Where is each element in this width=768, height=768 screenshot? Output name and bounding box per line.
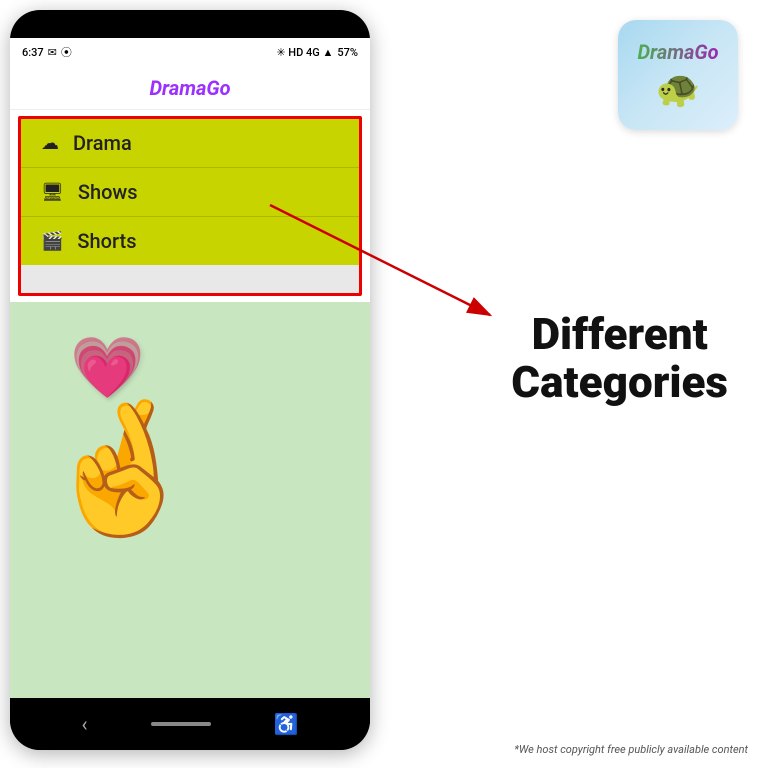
drama-label: Drama xyxy=(73,131,132,155)
status-bar: 6:37 ✉ ⦿ ✳ HD 4G ▲ 57% xyxy=(10,38,370,66)
categories-line1: Different xyxy=(511,310,728,358)
menu-item-shorts[interactable]: 🎬 Shorts xyxy=(21,216,359,265)
back-button[interactable]: ‹ xyxy=(82,712,88,736)
menu-empty-row xyxy=(21,265,359,293)
app-header-title: DramaGo xyxy=(149,76,230,100)
logo-title: DramaGo xyxy=(637,40,718,64)
hand-icon: 🤞 xyxy=(40,392,202,545)
accessibility-button[interactable]: ♿ xyxy=(274,712,299,736)
shorts-icon: 🎬 xyxy=(41,231,63,252)
phone-screen: 6:37 ✉ ⦿ ✳ HD 4G ▲ 57% DramaGo ☁ Drama 🖥… xyxy=(10,38,370,698)
email-icon: ✉ xyxy=(48,46,57,59)
logo-turtle-icon: 🐢 xyxy=(656,68,701,110)
copyright-text: *We host copyright free publicly availab… xyxy=(514,743,748,756)
categories-line2: Categories xyxy=(511,358,728,406)
phone-navbar: ‹ ♿ xyxy=(10,698,370,750)
categories-annotation: Different Categories xyxy=(511,310,728,407)
signal-dot: ⦿ xyxy=(61,44,72,60)
phone-frame: 6:37 ✉ ⦿ ✳ HD 4G ▲ 57% DramaGo ☁ Drama 🖥… xyxy=(10,10,370,750)
shows-icon: 🖥 xyxy=(41,182,64,203)
menu-item-shows[interactable]: 🖥 Shows xyxy=(21,167,359,216)
menu-highlighted-box: ☁ Drama 🖥 Shows 🎬 Shorts xyxy=(18,116,362,296)
drama-icon: ☁ xyxy=(41,133,59,154)
app-header: DramaGo xyxy=(10,66,370,110)
menu-item-drama[interactable]: ☁ Drama xyxy=(21,119,359,167)
battery-info: 57% xyxy=(337,46,358,59)
status-time: 6:37 xyxy=(22,46,44,59)
phone-content-area: 💗 🤞 xyxy=(10,302,370,698)
home-pill[interactable] xyxy=(151,722,211,726)
shows-label: Shows xyxy=(78,180,138,204)
logo-container: DramaGo 🐢 xyxy=(618,20,738,130)
shorts-label: Shorts xyxy=(77,229,136,253)
network-info: ✳ HD 4G ▲ xyxy=(276,46,333,59)
